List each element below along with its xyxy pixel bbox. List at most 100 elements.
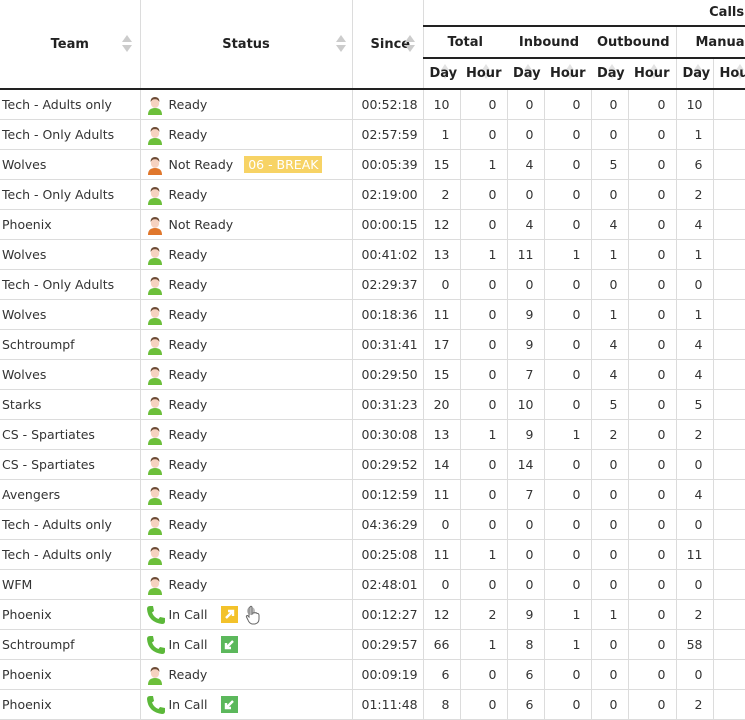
inbound-hour-cell: 0 [544, 300, 591, 330]
outbound-hour-cell: 0 [628, 510, 676, 540]
total-day-cell: 11 [423, 300, 460, 330]
outbound-day-cell: 0 [591, 450, 628, 480]
manual-hour-cell [713, 600, 745, 630]
status-content: In Call [146, 605, 352, 625]
phone-icon [146, 635, 164, 655]
sort-icon[interactable] [122, 35, 132, 53]
table-row[interactable]: WolvesReady00:41:02131111101 [0, 240, 745, 270]
total-day-cell: 17 [423, 330, 460, 360]
hand-pointer-icon[interactable] [245, 605, 261, 625]
status-label: Ready [169, 337, 208, 352]
manual-day-cell: 10 [676, 89, 713, 120]
manual-day-cell: 1 [676, 240, 713, 270]
hour-label: Hour [466, 66, 501, 81]
table-row[interactable]: CS - SpartiatesReady00:29:52140140000 [0, 450, 745, 480]
table-row[interactable]: StarksReady00:31:23200100505 [0, 390, 745, 420]
team-cell: Avengers [0, 480, 140, 510]
total-hour-cell: 0 [460, 480, 507, 510]
table-row[interactable]: SchtroumpfReady00:31:4117090404 [0, 330, 745, 360]
manual-day-cell: 2 [676, 690, 713, 720]
team-cell: Wolves [0, 150, 140, 180]
outbound-day-cell: 0 [591, 270, 628, 300]
column-header-team[interactable]: Team [0, 0, 140, 89]
table-body: Tech - Adults onlyReady00:52:18100000010… [0, 89, 745, 720]
status-cell: Ready [140, 270, 352, 300]
total-hour-cell: 1 [460, 540, 507, 570]
column-header-manual-hour[interactable]: Hou [713, 58, 745, 89]
outbound-day-cell: 5 [591, 390, 628, 420]
team-cell: Phoenix [0, 660, 140, 690]
table-row[interactable]: WolvesReady00:29:5015070404 [0, 360, 745, 390]
outbound-hour-cell: 0 [628, 150, 676, 180]
table-row[interactable]: PhoenixReady00:09:196060000 [0, 660, 745, 690]
table-row[interactable]: Tech - Adults onlyReady00:25:08111000011 [0, 540, 745, 570]
status-label: Ready [169, 457, 208, 472]
table-row[interactable]: Tech - Adults onlyReady04:36:290000000 [0, 510, 745, 540]
outbound-day-cell: 0 [591, 540, 628, 570]
day-label: Day [597, 66, 625, 81]
total-day-cell: 2 [423, 180, 460, 210]
status-cell: Ready [140, 120, 352, 150]
since-cell: 00:29:52 [352, 450, 423, 480]
table-row[interactable]: PhoenixIn Call00:12:2712291102 [0, 600, 745, 630]
table-row[interactable]: PhoenixIn Call01:11:488060002 [0, 690, 745, 720]
outbound-hour-cell: 0 [628, 390, 676, 420]
table-row[interactable]: PhoenixNot Ready00:00:1512040404 [0, 210, 745, 240]
outbound-call-icon [221, 606, 238, 623]
team-cell: CS - Spartiates [0, 450, 140, 480]
team-cell: Tech - Adults only [0, 89, 140, 120]
total-day-cell: 66 [423, 630, 460, 660]
table-row[interactable]: CS - SpartiatesReady00:30:0813191202 [0, 420, 745, 450]
table-row[interactable]: WolvesReady00:18:3611090101 [0, 300, 745, 330]
total-day-cell: 1 [423, 120, 460, 150]
sort-icon[interactable] [405, 35, 415, 53]
table-row[interactable]: Tech - Only AdultsReady02:19:002000002 [0, 180, 745, 210]
team-cell: Tech - Only Adults [0, 270, 140, 300]
user-ready-icon [146, 95, 164, 115]
column-header-inbound-hour[interactable]: Hour [544, 58, 591, 89]
inbound-hour-cell: 0 [544, 330, 591, 360]
column-header-since[interactable]: Since [352, 0, 423, 89]
manual-hour-cell [713, 330, 745, 360]
table-row[interactable]: AvengersReady00:12:5911070004 [0, 480, 745, 510]
sort-icon[interactable] [336, 35, 346, 53]
since-cell: 00:12:59 [352, 480, 423, 510]
user-ready-icon [146, 515, 164, 535]
total-day-cell: 6 [423, 660, 460, 690]
inbound-day-cell: 0 [507, 89, 544, 120]
inbound-day-cell: 6 [507, 690, 544, 720]
inbound-day-cell: 4 [507, 150, 544, 180]
column-header-inbound-day[interactable]: Day [507, 58, 544, 89]
inbound-hour-cell: 0 [544, 360, 591, 390]
inbound-hour-cell: 1 [544, 600, 591, 630]
outbound-day-cell: 0 [591, 570, 628, 600]
table-row[interactable]: WolvesNot Ready06 - BREAK00:05:391514050… [0, 150, 745, 180]
column-header-manual-day[interactable]: Day [676, 58, 713, 89]
column-header-total-hour[interactable]: Hour [460, 58, 507, 89]
total-hour-cell: 2 [460, 600, 507, 630]
total-hour-cell: 1 [460, 240, 507, 270]
total-day-cell: 13 [423, 240, 460, 270]
total-day-cell: 0 [423, 270, 460, 300]
day-label: Day [683, 66, 711, 81]
status-label: Ready [169, 127, 208, 142]
group-header-outbound: Outbound [591, 26, 676, 58]
column-header-outbound-hour[interactable]: Hour [628, 58, 676, 89]
outbound-hour-cell: 0 [628, 690, 676, 720]
column-header-status[interactable]: Status [140, 0, 352, 89]
outbound-hour-cell: 0 [628, 450, 676, 480]
table-row[interactable]: Tech - Adults onlyReady00:52:18100000010 [0, 89, 745, 120]
column-header-outbound-day[interactable]: Day [591, 58, 628, 89]
status-cell: Ready [140, 330, 352, 360]
table-row[interactable]: Tech - Only AdultsReady02:57:591000001 [0, 120, 745, 150]
inbound-day-cell: 14 [507, 450, 544, 480]
table-row[interactable]: WFMReady02:48:010000000 [0, 570, 745, 600]
column-header-total-day[interactable]: Day [423, 58, 460, 89]
total-day-cell: 0 [423, 510, 460, 540]
manual-hour-cell [713, 540, 745, 570]
table-row[interactable]: Tech - Only AdultsReady02:29:370000000 [0, 270, 745, 300]
inbound-hour-cell: 0 [544, 89, 591, 120]
table-row[interactable]: SchtroumpfIn Call00:29:57661810058 [0, 630, 745, 660]
manual-day-cell: 4 [676, 360, 713, 390]
status-cell: Not Ready [140, 210, 352, 240]
